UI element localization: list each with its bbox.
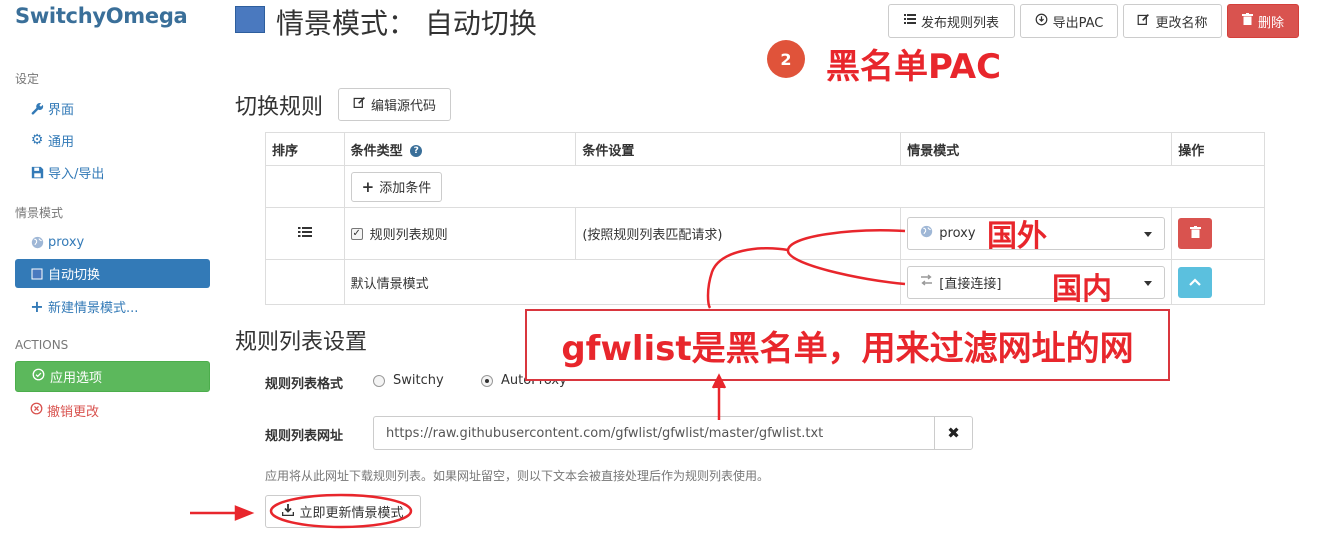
check-circle-icon	[32, 368, 45, 385]
radio-switchy[interactable]	[373, 374, 385, 387]
gfwlist-note-text: gfwlist是黑名单，用来过滤网址的网	[561, 328, 1134, 369]
delete-label: 删除	[1257, 15, 1284, 31]
actions-heading: ACTIONS	[15, 338, 69, 352]
edit-icon	[1137, 13, 1150, 30]
apply-label: 应用选项	[50, 371, 103, 386]
settings-heading: 设定	[15, 72, 40, 86]
trash-icon	[1189, 225, 1201, 242]
list-icon	[903, 13, 916, 29]
abroad-annotation: 国外	[987, 219, 1047, 254]
switch-rules-table: 排序 条件类型 ? 条件设置 情景模式 操作 + 添加条件 ✓ 规则列表规则 (…	[265, 132, 1266, 305]
step-number-badge: 2	[767, 40, 805, 78]
add-condition-label: 添加条件	[379, 181, 432, 196]
new-profile-link[interactable]: + 新建情景模式...	[30, 296, 139, 316]
chevron-down-icon	[1144, 280, 1153, 286]
export-pac-button[interactable]: 导出PAC	[1020, 4, 1118, 38]
close-icon: ✖	[947, 424, 960, 442]
rule-profile-value: proxy	[939, 226, 976, 241]
column-header-label: 条件类型	[350, 143, 403, 159]
wrench-icon	[30, 102, 44, 115]
sidebar-item-auto-switch[interactable]: 自动切换	[15, 259, 210, 288]
default-profile-label: 默认情景模式	[343, 259, 902, 305]
sidebar-item-interface[interactable]: 界面	[30, 99, 75, 118]
profiles-heading: 情景模式	[15, 206, 64, 220]
drag-handle-icon[interactable]	[297, 226, 312, 242]
edit-source-label: 编辑源代码	[370, 99, 436, 114]
add-condition-button[interactable]: + 添加条件	[350, 171, 443, 202]
format-option-switchy[interactable]: Switchy	[373, 373, 444, 388]
sidebar-item-label: 自动切换	[48, 268, 101, 283]
rename-label: 更改名称	[1155, 15, 1208, 31]
column-header: 条件设置	[575, 132, 902, 166]
edit-icon	[353, 96, 366, 113]
rule-list-format-label: 规则列表格式	[265, 377, 344, 392]
update-now-button[interactable]: 立即更新情景模式	[265, 495, 421, 528]
column-header: 情景模式	[900, 132, 1173, 166]
new-profile-label: 新建情景模式...	[48, 300, 139, 316]
radio-autoproxy[interactable]	[481, 374, 493, 387]
delete-button[interactable]: 删除	[1227, 4, 1299, 38]
edit-source-button[interactable]: 编辑源代码	[338, 88, 451, 121]
column-header-condition-type: 条件类型 ?	[343, 132, 577, 166]
sidebar-item-proxy[interactable]: proxy	[30, 233, 84, 251]
help-icon[interactable]: ?	[410, 145, 423, 157]
annotation-arrowhead-right	[234, 505, 255, 521]
rule-list-settings-title: 规则列表设置	[235, 330, 368, 355]
format-option-label: Switchy	[393, 373, 444, 388]
publish-rule-list-button[interactable]: 发布规则列表	[888, 4, 1015, 38]
sidebar-item-general[interactable]: ⚙ 通用	[30, 131, 75, 150]
column-header: 操作	[1171, 132, 1265, 166]
direct-connection-icon	[920, 274, 933, 290]
plus-icon: +	[30, 296, 44, 316]
column-header: 排序	[265, 132, 345, 166]
add-condition-row: + 添加条件	[265, 165, 1266, 208]
floppy-icon	[30, 166, 44, 179]
trash-icon	[1241, 13, 1253, 29]
default-profile-value: [直接连接]	[939, 276, 1002, 292]
export-pac-label: 导出PAC	[1052, 15, 1104, 31]
rule-list-url-input[interactable]: https://raw.githubusercontent.com/gfwlis…	[373, 416, 934, 450]
sidebar-item-import-export[interactable]: 导入/导出	[30, 163, 105, 182]
table-header-row: 排序 条件类型 ? 条件设置 情景模式 操作	[265, 132, 1265, 166]
delete-rule-button[interactable]	[1178, 218, 1213, 249]
gear-icon: ⚙	[30, 132, 44, 148]
plus-icon: +	[361, 177, 375, 196]
discard-label: 撤销更改	[47, 405, 100, 420]
chevron-up-icon	[1189, 275, 1202, 290]
switch-rules-title: 切换规则	[235, 95, 324, 120]
update-now-label: 立即更新情景模式	[299, 506, 404, 521]
rule-checkbox[interactable]: ✓	[350, 227, 363, 240]
chevron-down-icon	[1144, 232, 1153, 237]
domestic-annotation: 国内	[1052, 272, 1112, 307]
download-circle-icon	[1035, 13, 1048, 30]
default-profile-select[interactable]: [直接连接]	[907, 265, 1166, 299]
cancel-circle-icon	[30, 402, 43, 419]
step-title-annotation: 黑名单PAC	[826, 47, 1002, 87]
publish-label: 发布规则列表	[920, 15, 999, 31]
rule-list-url-label: 规则列表网址	[265, 429, 344, 444]
condition-type-label: 规则列表规则	[369, 228, 448, 243]
auto-switch-icon	[31, 268, 43, 280]
profile-color-icon	[235, 6, 265, 33]
sidebar-item-label: 导入/导出	[48, 166, 105, 182]
sidebar-item-label: 通用	[48, 134, 75, 150]
clear-url-button[interactable]: ✖	[934, 416, 973, 450]
page-title: 情景模式： 自动切换	[276, 7, 537, 40]
rule-list-help-text: 应用将从此网址下载规则列表。如果网址留空，则以下文本会被直接处理后作为规则列表使…	[265, 469, 770, 483]
rename-button[interactable]: 更改名称	[1123, 4, 1222, 38]
sidebar-item-label: 界面	[48, 102, 75, 118]
gfwlist-note-annotation: gfwlist是黑名单，用来过滤网址的网	[525, 309, 1170, 381]
discard-button[interactable]: 撤销更改	[30, 401, 99, 420]
apply-button[interactable]: 应用选项	[15, 361, 210, 392]
globe-icon	[30, 236, 44, 249]
move-up-button[interactable]	[1178, 266, 1213, 298]
table-row: ✓ 规则列表规则 (按照规则列表匹配请求) proxy	[265, 207, 1265, 260]
condition-setting: (按照规则列表匹配请求)	[575, 207, 902, 260]
download-icon	[282, 503, 295, 520]
globe-icon	[920, 225, 933, 242]
sidebar-item-label: proxy	[48, 234, 85, 250]
app-brand: SwitchyOmega	[15, 4, 188, 28]
table-row: 默认情景模式 [直接连接]	[265, 259, 1265, 305]
